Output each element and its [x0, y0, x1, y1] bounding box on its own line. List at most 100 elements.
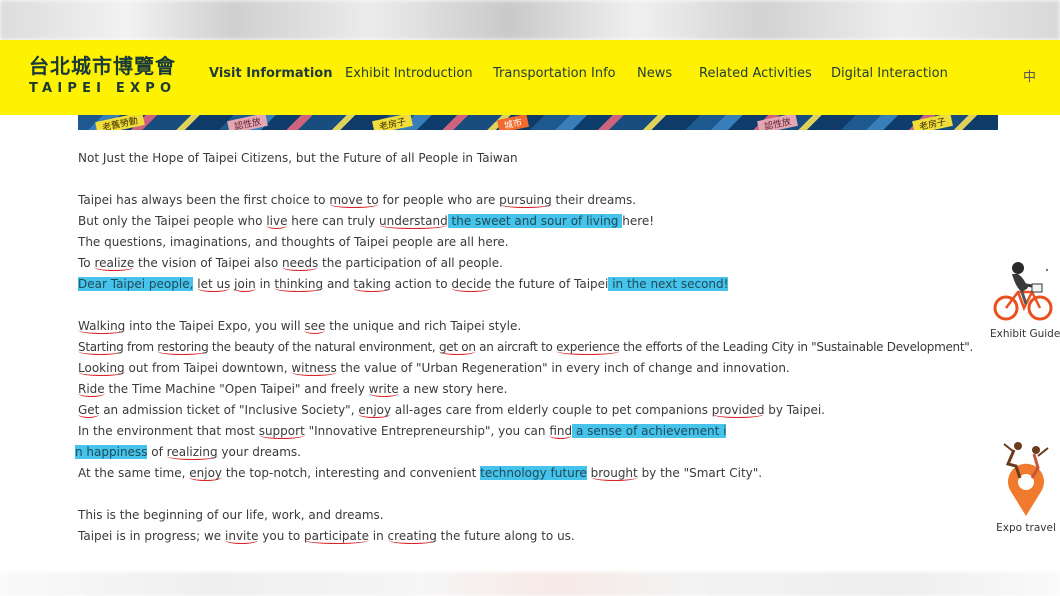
text-span: into the Taipei Expo, you will [125, 319, 305, 333]
underlined-text: move to [329, 193, 379, 208]
text-span: action to [390, 277, 452, 291]
nav-transportation-info[interactable]: Transportation Info [493, 66, 616, 81]
text-span: in [255, 277, 275, 291]
underlined-text: creating [387, 529, 437, 544]
text-span: But only the Taipei people who [78, 214, 267, 228]
text-span: and [323, 277, 354, 291]
underlined-text: support [258, 424, 305, 439]
nav-digital-interaction[interactable]: Digital Interaction [831, 66, 948, 81]
nav-visit-information[interactable]: Visit Information [209, 66, 333, 81]
paragraph-line: Starting from restoring the beauty of th… [78, 337, 973, 357]
underlined-text: join [234, 277, 256, 292]
text-span: the value of "Urban Regeneration" in eve… [336, 361, 790, 375]
text-span: the future of Taipei [491, 277, 609, 291]
logo-english-text: TAIPEI EXPO [29, 81, 177, 96]
text-span: their dreams. [551, 193, 637, 207]
paragraph-line: Get an admission ticket of "Inclusive So… [78, 400, 825, 420]
nav-news[interactable]: News [637, 66, 672, 81]
paragraph-line: At the same time, enjoy the top-notch, i… [78, 463, 762, 483]
exhibit-guide-widget[interactable]: Exhibit Guide [990, 258, 1060, 340]
nav-exhibit-introduction[interactable]: Exhibit Introduction [345, 66, 473, 81]
highlighted-text: in the next second! [608, 277, 729, 291]
text-span: the vision of Taipei also [134, 256, 282, 270]
underlined-text: enjoy [358, 403, 392, 418]
language-toggle[interactable]: 中 [1023, 66, 1036, 85]
underlined-text: decide [451, 277, 492, 292]
paragraph-line: But only the Taipei people who live here… [78, 211, 654, 231]
blurred-top-strip [0, 0, 1060, 40]
underlined-text: live [266, 214, 288, 229]
text-span: your dreams. [217, 445, 301, 459]
text-span: the future along to us. [436, 529, 575, 543]
exhibit-guide-label: Exhibit Guide [990, 328, 1060, 340]
highlighted-text: n happiness [75, 445, 148, 459]
paragraph-line: Taipei is in progress; we invite you to … [78, 526, 575, 546]
expo-travel-label: Expo travel [996, 522, 1056, 534]
text-span: "Innovative Entrepreneurship", you can [304, 424, 550, 438]
banner-image-strip: 老舊勞動 認性放 老房子 城市 認性放 老房子 [78, 115, 998, 130]
underlined-text: thinking [274, 277, 324, 292]
text-span: in [368, 529, 388, 543]
underlined-text: let us [197, 277, 231, 292]
text-span: from [123, 340, 158, 354]
article-subtitle: Not Just the Hope of Taipei Citizens, bu… [78, 151, 518, 165]
paragraph-line: n happiness of realizing your dreams. [75, 442, 301, 462]
text-span: At the same time, [78, 466, 190, 480]
underlined-text: understand [379, 214, 448, 229]
underlined-text: brought [590, 466, 638, 481]
text-span: all-ages care from elderly couple to pet… [391, 403, 712, 417]
paragraph-line: The questions, imaginations, and thought… [78, 235, 509, 249]
underlined-text: provided [711, 403, 765, 418]
expo-travel-widget[interactable]: Expo travel [996, 438, 1056, 534]
underlined-text: realizing [166, 445, 218, 460]
text-span: of [147, 445, 167, 459]
underlined-text: Starting [78, 340, 124, 355]
highlighted-text: technology future [480, 466, 587, 480]
paragraph-line: Taipei has always been the first choice … [78, 190, 636, 210]
underlined-text: needs [281, 256, 319, 271]
underlined-text: Walking [78, 319, 126, 334]
paragraph-line: In the environment that most support "In… [78, 421, 727, 441]
text-span: Taipei has always been the first choice … [78, 193, 330, 207]
underlined-text: realize [94, 256, 135, 271]
underlined-text: invite [225, 529, 259, 544]
underlined-text: Get [78, 403, 100, 418]
text-span: a new story here. [398, 382, 508, 396]
underlined-text: write [368, 382, 399, 397]
text-span: out from Taipei downtown, [124, 361, 292, 375]
paragraph-line: To realize the vision of Taipei also nee… [78, 253, 503, 273]
text-span: the Time Machine "Open Taipei" and freel… [104, 382, 369, 396]
text-span: the top-notch, interesting and convenien… [222, 466, 481, 480]
paragraph-line: Ride the Time Machine "Open Taipei" and … [78, 379, 507, 399]
text-span: the participation of all people. [318, 256, 503, 270]
underlined-text: taking [353, 277, 391, 292]
text-span: the unique and rich Taipei style. [325, 319, 522, 333]
nav-related-activities[interactable]: Related Activities [699, 66, 812, 81]
text-span: To [78, 256, 95, 270]
blurred-bottom-strip [0, 572, 1060, 596]
underlined-text: participate [304, 529, 369, 544]
logo-chinese-text: 台北城市博覽會 [29, 54, 176, 78]
underlined-text: pursuing [499, 193, 552, 208]
underlined-text: restoring [157, 340, 209, 355]
highlighted-text: the sweet and sour of living [447, 214, 623, 228]
underlined-text: enjoy [189, 466, 223, 481]
text-span: In the environment that most [78, 424, 259, 438]
text-span: here can truly [287, 214, 380, 228]
underlined-text: witness [291, 361, 337, 376]
underlined-text: see [304, 319, 326, 334]
text-span: Taipei is in progress; we [78, 529, 226, 543]
map-pin-icon [1003, 442, 1049, 516]
underlined-text: experience [556, 340, 620, 355]
text-span: the beauty of the natural environment, [208, 340, 439, 354]
paragraph-line: Dear Taipei people, let us join in think… [78, 274, 729, 294]
text-span [587, 466, 591, 480]
text-span: for people who are [378, 193, 500, 207]
underlined-text: Looking [78, 361, 125, 376]
underlined-text: find [549, 424, 573, 439]
taipei-expo-logo[interactable]: 台北城市博覽會 TAIPEI EXPO [29, 54, 189, 96]
text-span: an admission ticket of "Inclusive Societ… [99, 403, 359, 417]
underlined-text: Ride [78, 382, 105, 397]
text-span: an aircraft to [475, 340, 557, 354]
paragraph-line: Walking into the Taipei Expo, you will s… [78, 316, 521, 336]
